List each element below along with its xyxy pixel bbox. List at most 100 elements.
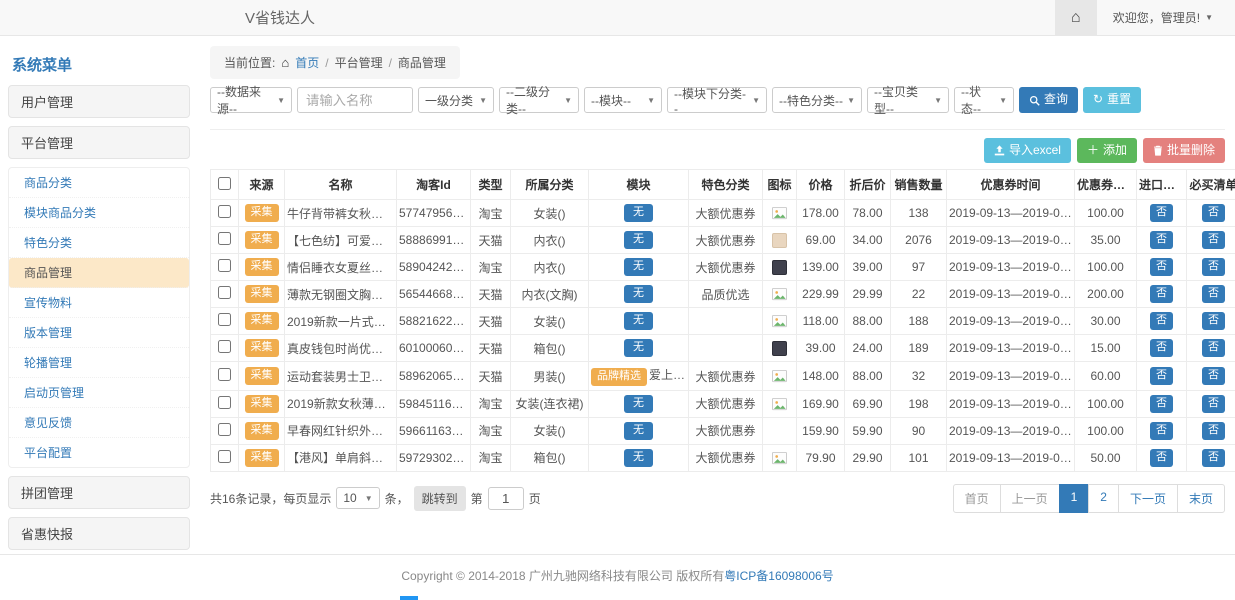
icp-link[interactable]: 粤ICP备16098006号 [724,569,833,583]
sidebar-item-goods-category[interactable]: 商品分类 [9,168,189,198]
coupon-amount: 100.00 [1075,254,1137,281]
page-button-下一页[interactable]: 下一页 [1118,484,1178,513]
page-button-2[interactable]: 2 [1088,484,1119,513]
product-thumbnail [772,287,787,302]
pager-buttons: 首页上一页12下一页末页 [953,484,1225,513]
sidebar-item-goods-management[interactable]: 商品管理 [9,258,189,288]
must-buy-toggle[interactable]: 否 [1202,449,1225,467]
row-checkbox[interactable] [218,205,231,218]
sidebar-item-feedback[interactable]: 意见反馈 [9,408,189,438]
name-filter-input[interactable] [297,87,413,113]
row-checkbox[interactable] [218,259,231,272]
taoke-id: 577479560965 [397,200,471,227]
import-select-toggle[interactable]: 否 [1150,204,1173,222]
home-icon: ⌂ [281,55,289,70]
must-buy-toggle[interactable]: 否 [1202,231,1225,249]
page-button-末页[interactable]: 末页 [1177,484,1225,513]
row-checkbox[interactable] [218,450,231,463]
must-buy-toggle[interactable]: 否 [1202,367,1225,385]
breadcrumb-home-link[interactable]: 首页 [295,54,319,71]
home-icon[interactable]: ⌂ [1055,0,1097,35]
coupon-time: 2019-09-13—2019-09-18 [947,444,1075,471]
must-buy-toggle[interactable]: 否 [1202,285,1225,303]
filter-select-level2-category[interactable]: --二级分类--▼ [499,87,579,113]
filter-select-data-source[interactable]: --数据来源--▼ [210,87,292,113]
sidebar-item-platform-management[interactable]: 平台管理 [8,126,190,159]
page-button-首页[interactable]: 首页 [953,484,1001,513]
col-header-3: 类型 [471,170,511,200]
row-checkbox[interactable] [218,232,231,245]
discount-price: 24.00 [845,335,891,362]
sidebar-item-promo-materials[interactable]: 宣传物料 [9,288,189,318]
sidebar-item-user-management[interactable]: 用户管理 [8,85,190,118]
filter-select-status[interactable]: --状态--▼ [954,87,1014,113]
sidebar-item-carousel-management[interactable]: 轮播管理 [9,348,189,378]
filter-select-feature-category[interactable]: --特色分类--▼ [772,87,862,113]
jump-page-input[interactable] [488,487,524,510]
import-select-toggle[interactable]: 否 [1150,285,1173,303]
must-buy-toggle[interactable]: 否 [1202,312,1225,330]
sidebar-item-groupbuy-management[interactable]: 拼团管理 [8,476,190,509]
bottom-scrollbar-thumb[interactable] [400,596,418,600]
must-buy-toggle[interactable]: 否 [1202,204,1225,222]
table-row: 采集牛仔背带裤女秋装减龄...577479560965淘宝女装()无大额优惠券1… [211,200,1235,227]
coupon-amount: 35.00 [1075,227,1137,254]
filter-select-module[interactable]: --模块--▼ [584,87,662,113]
product-thumbnail [772,451,787,466]
import-select-toggle[interactable]: 否 [1150,367,1173,385]
reset-button[interactable]: ↻ 重置 [1083,87,1141,112]
sidebar-item-version-management[interactable]: 版本管理 [9,318,189,348]
jump-button[interactable]: 跳转到 [414,486,466,511]
import-select-toggle[interactable]: 否 [1150,449,1173,467]
import-select-toggle[interactable]: 否 [1150,231,1173,249]
sidebar-item-shenghui-express[interactable]: 省惠快报 [8,517,190,550]
import-excel-button[interactable]: 导入excel [984,138,1071,163]
discount-price: 69.90 [845,390,891,417]
must-buy-toggle[interactable]: 否 [1202,258,1225,276]
row-checkbox[interactable] [218,313,231,326]
add-button[interactable]: ＋ 添加 [1077,138,1137,163]
batch-delete-button[interactable]: 批量删除 [1143,138,1225,163]
category: 女装() [511,308,589,335]
sidebar-item-splash-management[interactable]: 启动页管理 [9,378,189,408]
must-buy-toggle[interactable]: 否 [1202,395,1225,413]
sidebar-item-module-goods-category[interactable]: 模块商品分类 [9,198,189,228]
import-select-toggle[interactable]: 否 [1150,339,1173,357]
row-checkbox[interactable] [218,340,231,353]
sidebar-menu: 用户管理平台管理商品分类模块商品分类特色分类商品管理宣传物料版本管理轮播管理启动… [8,85,190,568]
row-checkbox[interactable] [218,423,231,436]
must-buy-toggle[interactable]: 否 [1202,339,1225,357]
page-size-select[interactable]: 10 ▼ [336,487,379,509]
filter-select-item-type[interactable]: --宝贝类型--▼ [867,87,949,113]
sidebar-item-platform-config[interactable]: 平台配置 [9,438,189,467]
import-select-toggle[interactable]: 否 [1150,258,1173,276]
feature-category: 大额优惠券 [689,362,763,391]
sidebar-item-feature-category[interactable]: 特色分类 [9,228,189,258]
page-button-1[interactable]: 1 [1059,484,1090,513]
import-select-toggle[interactable]: 否 [1150,312,1173,330]
row-checkbox[interactable] [218,396,231,409]
welcome-text: 欢迎您，管理员! [1113,9,1200,26]
price: 39.00 [797,335,845,362]
import-select-toggle[interactable]: 否 [1150,422,1173,440]
must-buy-toggle[interactable]: 否 [1202,422,1225,440]
discount-price: 88.00 [845,362,891,391]
import-select-toggle[interactable]: 否 [1150,395,1173,413]
filter-select-level1-category[interactable]: 一级分类▼ [418,87,494,113]
page-button-上一页[interactable]: 上一页 [1000,484,1060,513]
user-menu[interactable]: 欢迎您，管理员! ▼ [1113,0,1213,35]
feature-category: 大额优惠券 [689,390,763,417]
col-header-9: 折后价 [845,170,891,200]
search-button[interactable]: 查询 [1019,87,1078,112]
coupon-time: 2019-09-13—2019-09-17 [947,200,1075,227]
coupon-amount: 30.00 [1075,308,1137,335]
select-all-checkbox[interactable] [218,177,231,190]
feature-category: 大额优惠券 [689,444,763,471]
filter-select-module-sub-category[interactable]: --模块下分类--▼ [667,87,767,113]
product-thumbnail [772,260,787,275]
row-checkbox[interactable] [218,286,231,299]
price: 69.00 [797,227,845,254]
product-name: 薄款无钢圈文胸聚拢性... [285,281,397,308]
row-checkbox[interactable] [218,368,231,381]
main-content: 当前位置: ⌂ 首页 / 平台管理 / 商品管理 --数据来源--▼一级分类▼-… [190,36,1235,513]
